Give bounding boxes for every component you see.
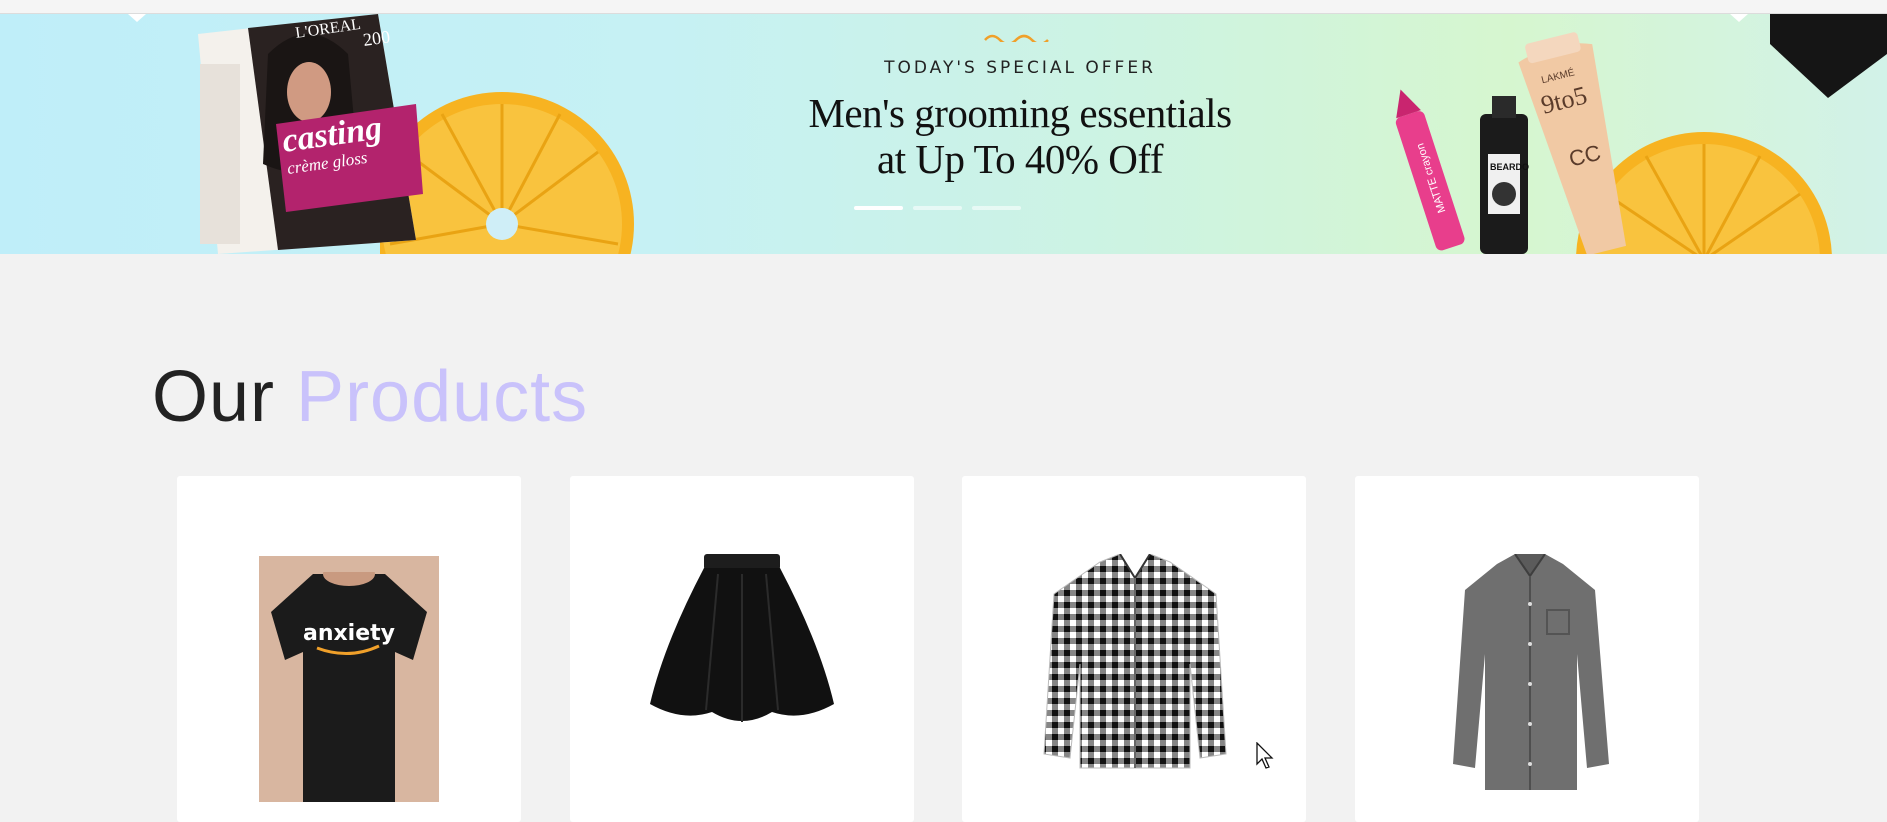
cosmetics-products-image: MATTE crayon BEARDO LAKMÉ 9to5 CC: [1395, 32, 1627, 254]
tshirt-print-text: anxiety: [303, 621, 395, 646]
banner-prev-arrow-icon[interactable]: [128, 14, 146, 22]
offer-headline-line2: at Up To 40% Off: [877, 136, 1163, 182]
offer-banner[interactable]: L'OREAL casting crème gloss 200 TODAY'S …: [0, 14, 1887, 254]
mouse-pointer-icon: [1256, 742, 1274, 769]
dark-compact-image: [1770, 14, 1887, 98]
hair-color-box-image: L'OREAL casting crème gloss 200: [198, 14, 423, 254]
skirt-image: [650, 554, 834, 722]
offer-headline: Men's grooming essentials at Up To 40% O…: [700, 90, 1340, 182]
banner-next-arrow-icon[interactable]: [1730, 14, 1748, 22]
product-card-skirt[interactable]: [570, 476, 914, 822]
checked-shirt-image: [1043, 554, 1227, 769]
section-title: Our Products: [152, 356, 588, 438]
offer-headline-line1: Men's grooming essentials: [808, 90, 1232, 136]
carousel-indicators: [854, 206, 1021, 210]
product-card-grey-shirt[interactable]: [1355, 476, 1699, 822]
section-title-part1: Our: [152, 357, 276, 437]
svg-text:200: 200: [362, 26, 392, 50]
offer-eyebrow: TODAY'S SPECIAL OFFER: [884, 58, 1156, 78]
section-title-part2: Products: [296, 357, 589, 437]
carousel-dot-1[interactable]: [854, 206, 903, 210]
wave-decoration-icon: [984, 34, 1049, 42]
carousel-dot-3[interactable]: [972, 206, 1021, 210]
carousel-dot-2[interactable]: [913, 206, 962, 210]
tshirt-image: anxiety: [259, 556, 439, 802]
product-card-tshirt[interactable]: anxiety: [177, 476, 521, 822]
svg-text:BEARDO: BEARDO: [1490, 162, 1529, 172]
grey-shirt-image: [1453, 554, 1609, 790]
top-strip: [0, 0, 1887, 14]
product-card-checked-shirt[interactable]: [962, 476, 1306, 822]
